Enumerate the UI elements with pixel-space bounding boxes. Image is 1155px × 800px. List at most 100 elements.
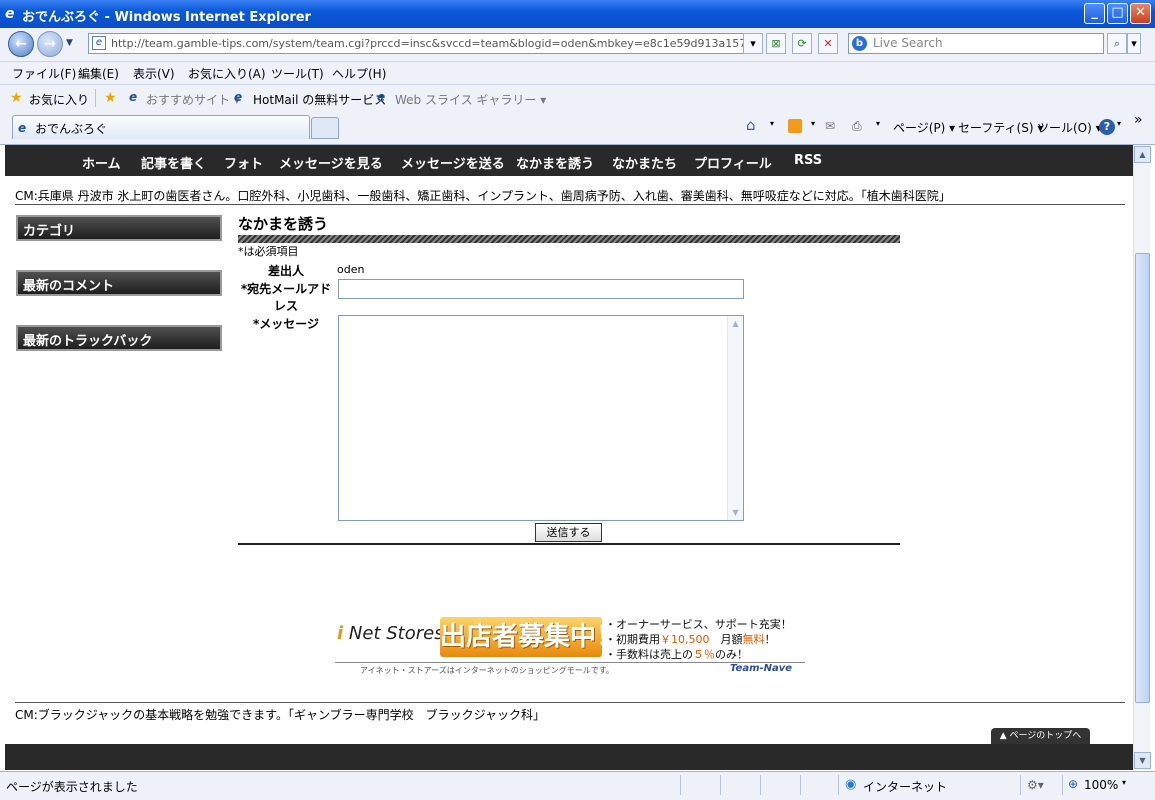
banner-point-3: ・手数料は売上の５％のみ！ [605,646,748,662]
logo-text: Net Stores [348,623,444,644]
minimize-button[interactable]: _ [1084,3,1105,24]
cm-top-link[interactable]: CM:兵庫県 丹波市 氷上町の歯医者さん。口腔外科、小児歯科、一般歯科、矯正歯科… [15,187,945,204]
banner-point-2e: ！ [764,633,776,646]
internet-globe-icon: ◉ [845,777,857,792]
help-icon[interactable]: ? [1099,119,1115,135]
nav-photo[interactable]: フォト [224,153,263,172]
fav-recommended-sites[interactable]: おすすめサイト ▾ [146,91,240,108]
scroll-up-icon[interactable]: ▲ [1134,146,1151,163]
favorites-bar: ★ お気に入り ★ e おすすめサイト ▾ e HotMail の無料サービス … [0,84,1155,112]
live-search-icon: b [852,36,867,51]
net-stores-banner[interactable]: i Net Stores 出店者募集中！ ・オーナーサービス、サポート充実！ ・… [335,615,805,677]
menu-favorites[interactable]: お気に入り(A) [188,65,266,82]
home-icon[interactable]: ⌂ [746,116,756,134]
global-nav: ホーム 記事を書く フォト メッセージを見る メッセージを送る なかまを誘う な… [5,145,1133,176]
refresh-button[interactable]: ⟳ [792,33,812,54]
page-icon: e [92,36,106,50]
divider [838,775,839,795]
protected-mode-icon[interactable]: ⚙▾ [1027,778,1044,792]
browser-tab[interactable]: e おでんぶろぐ [12,115,310,139]
menu-help[interactable]: ヘルプ(H) [332,65,386,82]
chevron-more-icon[interactable]: » [1134,112,1143,128]
nav-invite-friends[interactable]: なかまを誘う [516,153,594,172]
menu-tools[interactable]: ツール(T) [271,65,324,82]
cm-bottom-link[interactable]: CM:ブラックジャックの基本戦略を勉強できます。｢ギャンブラー専門学校 ブラック… [15,706,539,723]
scroll-down-icon[interactable]: ▼ [728,505,743,520]
help-dropdown-icon[interactable]: ▾ [1117,119,1121,128]
history-dropdown-icon[interactable]: ▼ [66,38,73,48]
divider [15,702,1125,703]
page-title: なかまを誘う [238,215,329,233]
logo-i: i [337,623,344,644]
nav-friends[interactable]: なかまたち [612,153,677,172]
menu-file[interactable]: ファイル(F) [12,65,76,82]
address-dropdown-button[interactable]: ▾ [743,33,763,54]
fav-web-slice-gallery[interactable]: Web スライス ギャラリー ▾ [395,91,546,108]
scroll-up-icon[interactable]: ▲ [728,316,743,331]
divider [238,543,900,545]
zoom-icon[interactable]: ⊕ [1068,777,1078,791]
print-icon[interactable]: ⎙ [852,119,862,134]
maximize-button[interactable]: □ [1107,3,1128,24]
safety-menu[interactable]: セーフティ(S) ▾ [958,119,1043,136]
add-favorite-icon[interactable]: ★ [104,90,117,106]
textarea-scrollbar[interactable]: ▲ ▼ [727,316,743,520]
favorites-button[interactable]: お気に入り [29,91,89,108]
message-textarea[interactable]: ▲ ▼ [338,315,744,521]
sender-value: oden [337,263,365,276]
scroll-thumb[interactable] [1135,253,1150,703]
fav-hotmail[interactable]: HotMail の無料サービス [253,91,386,108]
page-top-button[interactable]: ▲ ページのトップへ [991,728,1090,744]
print-dropdown-icon[interactable]: ▾ [876,119,880,128]
address-bar[interactable]: e http://team.gamble-tips.com/system/tea… [88,33,760,54]
tools-menu[interactable]: ツール(O) ▾ [1037,119,1102,136]
submit-button[interactable]: 送信する [535,523,602,542]
search-options-button[interactable]: ▾ [1127,33,1141,54]
menu-bar: ファイル(F) 編集(E) 表示(V) お気に入り(A) ツール(T) ヘルプ(… [0,61,1155,83]
nav-home[interactable]: ホーム [82,153,121,172]
new-tab-button[interactable] [311,117,339,139]
scroll-down-icon[interactable]: ▼ [1134,752,1151,769]
zoom-dropdown-icon[interactable]: ▾ [1122,778,1126,787]
menu-view[interactable]: 表示(V) [133,65,175,82]
message-label: *メッセージ [252,317,320,331]
email-field[interactable] [338,279,744,299]
status-bar: ページが表示されました ◉ インターネット ⚙▾ ⊕ 100% ▾ [0,771,1155,800]
search-input[interactable]: b Live Search [848,33,1104,54]
banner-point-1: ・オーナーサービス、サポート充実！ [605,618,792,631]
divider [1020,775,1021,795]
page-menu[interactable]: ページ(P) ▾ [893,119,955,136]
compatibility-icon[interactable]: ⊠ [766,33,786,54]
net-stores-logo: i Net Stores [337,623,444,644]
search-button[interactable]: ⌕ [1107,33,1127,54]
stop-button[interactable]: ✕ [818,33,838,54]
divider [1062,775,1063,795]
banner-free: 無料 [742,633,765,646]
nav-send-message[interactable]: メッセージを送る [401,153,505,172]
email-label-line2: レス [273,299,298,313]
page-footer [5,744,1133,770]
forward-button[interactable]: → [37,31,63,57]
zoom-level[interactable]: 100% [1084,778,1118,792]
team-nave-logo: Team-Nave [730,663,793,674]
nav-write-post[interactable]: 記事を書く [141,153,206,172]
mail-icon[interactable]: ✉ [825,119,835,133]
divider [760,775,761,795]
nav-view-messages[interactable]: メッセージを見る [279,153,383,172]
divider [95,89,96,107]
divider [680,775,681,795]
page-scrollbar[interactable]: ▲ ▼ [1133,145,1151,770]
search-placeholder: Live Search [873,36,943,50]
ie-logo-icon: e [5,6,15,22]
banner-footnote: アイネット・ストアーズはインターネットのショッピングモールです。 [360,666,614,675]
title-underline [238,235,900,243]
nav-rss[interactable]: RSS [794,153,822,168]
nav-profile[interactable]: プロフィール [694,153,772,172]
rss-feed-icon[interactable] [788,119,802,133]
home-dropdown-icon[interactable]: ▾ [770,119,774,128]
banner-point-2: ・初期費用￥10,500 月額無料！ [605,631,776,647]
menu-edit[interactable]: 編集(E) [78,65,119,82]
back-button[interactable]: ← [8,31,34,57]
feed-dropdown-icon[interactable]: ▾ [811,119,815,128]
close-window-button[interactable]: ✕ [1130,3,1151,24]
